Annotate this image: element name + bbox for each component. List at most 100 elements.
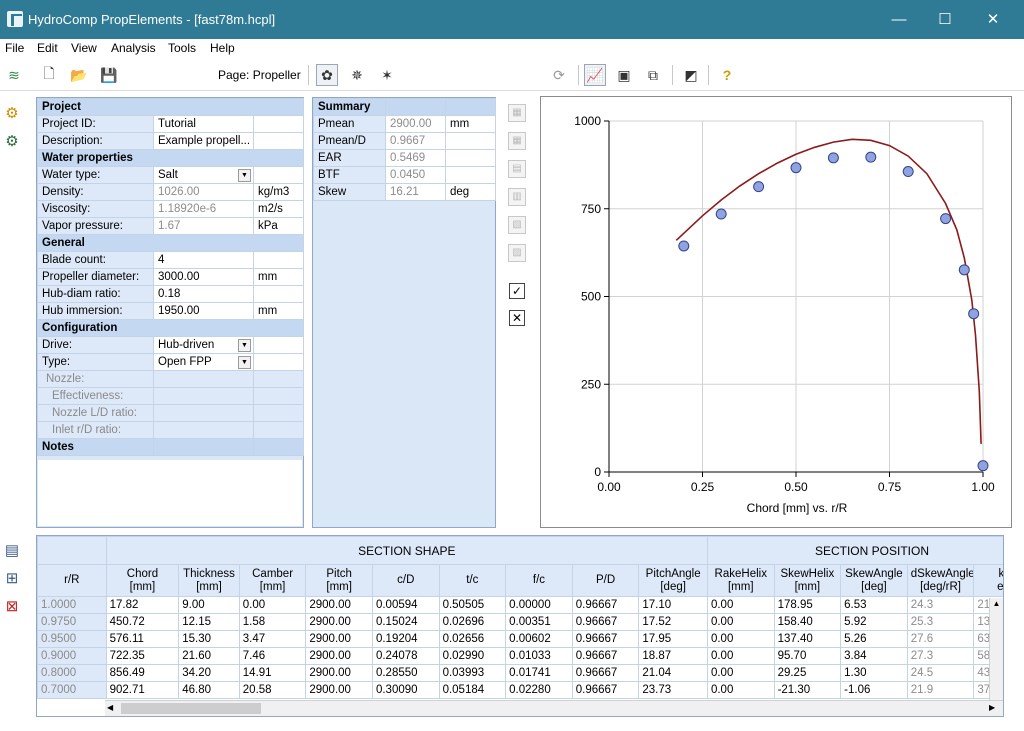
column-header[interactable]: c/D	[371, 564, 440, 597]
scroll-left-icon[interactable]: ◀	[107, 703, 113, 712]
table-cell[interactable]: 9.00	[178, 596, 240, 614]
table-cell[interactable]: 0.00	[238, 596, 307, 614]
table-row[interactable]: 0.8000 856.49 34.20 14.91 2900.00 0.28550 0.03…	[37, 664, 1003, 682]
density-field[interactable]: 1026.00	[153, 183, 254, 201]
table-cell[interactable]: 17.95	[638, 630, 708, 648]
table-row[interactable]: 0.7000 902.71 46.80 20.58 2900.00 0.30090 0.05…	[37, 681, 1003, 699]
new-file-icon[interactable]: 🗋	[38, 64, 60, 86]
table-cell[interactable]: 2900.00	[305, 613, 373, 631]
table-cell[interactable]: 0.19204	[371, 630, 440, 648]
table-cell[interactable]: 0.24078	[371, 647, 440, 665]
table-cell[interactable]: 0.00	[706, 647, 775, 665]
table-row[interactable]: 0.9000 722.35 21.60 7.46 2900.00 0.24078 0.029…	[37, 647, 1003, 665]
menu-tools[interactable]: Tools	[168, 41, 196, 55]
copy-icon[interactable]: ⧉	[642, 64, 664, 86]
check-all-icon[interactable]: ✓	[509, 283, 525, 299]
help-icon[interactable]: ?	[716, 64, 738, 86]
column-header[interactable]: RakeHelix [mm]	[706, 564, 775, 597]
table-cell[interactable]: 0.00351	[505, 613, 573, 631]
table-cell[interactable]: 21.60	[178, 647, 240, 665]
table-cell[interactable]: 0.28550	[371, 664, 440, 682]
table-cell[interactable]: 15.30	[178, 630, 240, 648]
chart-tool-icon[interactable]: ▦	[508, 132, 526, 150]
table-cell[interactable]: -21.30	[773, 681, 842, 699]
table-cell[interactable]: 0.00602	[505, 630, 573, 648]
column-header[interactable]: r/R	[37, 564, 107, 597]
table-cell[interactable]: 0.00	[706, 681, 775, 699]
chevron-down-icon[interactable]: ▼	[238, 339, 251, 352]
table-cell[interactable]: 0.02990	[438, 647, 507, 665]
propeller-edit-icon[interactable]: ✵	[346, 64, 368, 86]
column-header[interactable]: SkewAngle [deg]	[840, 564, 908, 597]
notes-textarea[interactable]	[38, 460, 302, 526]
gear-icon[interactable]: ⚙	[3, 132, 21, 150]
table-cell[interactable]: 2900.00	[305, 664, 373, 682]
table-cell[interactable]: 20.58	[238, 681, 307, 699]
table-row[interactable]: 0.9500 576.11 15.30 3.47 2900.00 0.19204 0.026…	[37, 630, 1003, 648]
refresh-icon[interactable]: ⟳	[548, 64, 570, 86]
table-cell[interactable]: 0.00	[706, 664, 775, 682]
delete-row-icon[interactable]: ⊠	[3, 597, 21, 615]
chart-tool-icon[interactable]: ▧	[508, 216, 526, 234]
drive-select[interactable]: Hub-driven ▼	[153, 336, 254, 354]
table-cell[interactable]: 0.00	[706, 596, 775, 614]
table-cell[interactable]: 5.92	[840, 613, 908, 631]
column-header[interactable]: SkewHelix [mm]	[773, 564, 842, 597]
table-cell[interactable]: 722.35	[105, 647, 180, 665]
vapor-pressure-field[interactable]: 1.67	[153, 217, 254, 235]
table-cell[interactable]: 0.96667	[571, 647, 640, 665]
table-cell[interactable]: 1.30	[840, 664, 908, 682]
table-cell[interactable]: 0.00	[706, 613, 775, 631]
column-header[interactable]: f/c	[505, 564, 573, 597]
table-cell[interactable]: 6.53	[840, 596, 908, 614]
table-cell[interactable]: 5.26	[840, 630, 908, 648]
propeller-blade-icon[interactable]: ✶	[376, 64, 398, 86]
table-cell[interactable]: 902.71	[105, 681, 180, 699]
table-cell[interactable]: 12.15	[178, 613, 240, 631]
table-cell[interactable]: 0.96667	[571, 664, 640, 682]
chevron-down-icon[interactable]: ▼	[238, 169, 251, 182]
horizontal-scrollbar[interactable]: ◀ ▶	[105, 700, 1003, 716]
table-cell[interactable]: 0.05184	[438, 681, 507, 699]
table-cell[interactable]: 450.72	[105, 613, 180, 631]
table-cell[interactable]: 856.49	[105, 664, 180, 682]
propeller-diameter-field[interactable]: 3000.00	[153, 268, 254, 286]
table-cell[interactable]: 0.02696	[438, 613, 507, 631]
table-row[interactable]: 1.0000 17.82 9.00 0.00 2900.00 0.00594 0.50505…	[37, 596, 1003, 614]
table-cell[interactable]: 25.3	[906, 613, 975, 631]
scroll-right-icon[interactable]: ▶	[989, 703, 995, 712]
chart-tool-icon[interactable]: ▦	[508, 104, 526, 122]
table-cell[interactable]: 2900.00	[305, 681, 373, 699]
table-cell[interactable]: 95.70	[773, 647, 842, 665]
chart-tool-icon[interactable]: ▤	[508, 160, 526, 178]
settings-gear-icon[interactable]: ⚙	[3, 104, 21, 122]
description-field[interactable]: Example propell...	[153, 132, 254, 150]
menu-file[interactable]: File	[5, 41, 24, 55]
table-cell[interactable]: 18.87	[638, 647, 708, 665]
project-id-field[interactable]: Tutorial	[153, 115, 254, 133]
column-header[interactable]: kAeg/	[973, 564, 1003, 597]
table-cell[interactable]: 0.02280	[505, 681, 573, 699]
table-cell[interactable]: 158.40	[773, 613, 842, 631]
propeller-view-icon[interactable]: ✿	[316, 64, 338, 86]
table-cell[interactable]: 17.52	[638, 613, 708, 631]
chart-tool-icon[interactable]: ▥	[508, 188, 526, 206]
table-cell[interactable]: 3.84	[840, 647, 908, 665]
table-cell[interactable]: 2900.00	[305, 596, 373, 614]
save-icon[interactable]: 💾	[98, 64, 120, 86]
table-cell[interactable]: 0.01033	[505, 647, 573, 665]
table-row[interactable]: 0.9750 450.72 12.15 1.58 2900.00 0.15024 0.026…	[37, 613, 1003, 631]
column-header[interactable]: dSkewAngle [deg/rR]	[906, 564, 975, 597]
menu-help[interactable]: Help	[210, 41, 235, 55]
scroll-up-icon[interactable]: ▲	[990, 598, 1003, 610]
viscosity-field[interactable]: 1.18920e-6	[153, 200, 254, 218]
table-cell[interactable]: 137.40	[773, 630, 842, 648]
table-cell[interactable]: 7.46	[238, 647, 307, 665]
column-header[interactable]: P/D	[571, 564, 640, 597]
table-cell[interactable]: 14.91	[238, 664, 307, 682]
menu-analysis[interactable]: Analysis	[111, 41, 156, 55]
scrollbar-thumb[interactable]	[121, 703, 261, 714]
table-cell[interactable]: 3.47	[238, 630, 307, 648]
table-cell[interactable]: 0.96667	[571, 596, 640, 614]
table-cell[interactable]: 0.00	[706, 630, 775, 648]
